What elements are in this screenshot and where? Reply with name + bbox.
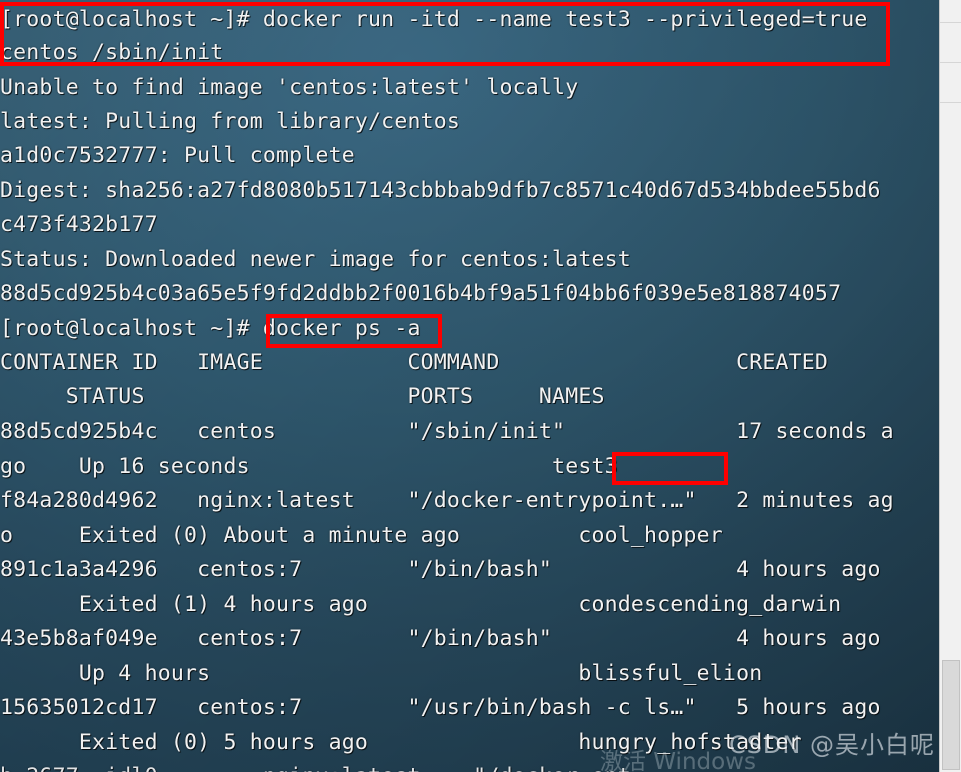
terminal-window: [root@localhost ~]# docker run -itd --na… <box>0 0 961 772</box>
terminal-line: 891c1a3a4296 centos:7 "/bin/bash" 4 hour… <box>0 557 881 582</box>
terminal-line: 15635012cd17 centos:7 "/usr/bin/bash -c … <box>0 695 881 720</box>
terminal-line: 88d5cd925b4c centos "/sbin/init" 17 seco… <box>0 419 894 444</box>
terminal-line: 43e5b8af049e centos:7 "/bin/bash" 4 hour… <box>0 626 881 651</box>
terminal-line: [root@localhost ~]# docker run -itd --na… <box>0 7 868 32</box>
terminal-line: Exited (1) 4 hours ago condescending_dar… <box>0 592 842 617</box>
terminal-line: Unable to find image 'centos:latest' loc… <box>0 75 579 100</box>
terminal-line: Digest: sha256:a27fd8080b517143cbbbab9df… <box>0 178 881 203</box>
terminal-line: Up 4 hours blissful_elion <box>0 661 763 686</box>
terminal-line: a1d0c7532777: Pull complete <box>0 143 355 168</box>
terminal-line: f84a280d4962 nginx:latest "/docker-entry… <box>0 488 894 513</box>
terminal-line: CONTAINER ID IMAGE COMMAND CREATED <box>0 350 829 375</box>
scrollbar-tick <box>940 62 961 63</box>
scrollbar-tick <box>940 102 961 103</box>
terminal-line: Exited (0) 5 hours ago hungry_hofstadter <box>0 730 802 755</box>
window-scrollbar-thumb[interactable] <box>942 660 960 770</box>
terminal-output[interactable]: [root@localhost ~]# docker run -itd --na… <box>0 0 940 772</box>
terminal-line: Status: Downloaded newer image for cento… <box>0 247 631 272</box>
terminal-line: centos /sbin/init <box>0 40 224 65</box>
terminal-line: 88d5cd925b4c03a65e5f9fd2ddbb2f0016b4bf9a… <box>0 281 842 306</box>
terminal-line: go Up 16 seconds test3 <box>0 454 618 479</box>
terminal-line: latest: Pulling from library/centos <box>0 109 461 134</box>
terminal-line: c473f432b177 <box>0 212 158 237</box>
terminal-line: [root@localhost ~]# docker ps -a <box>0 316 421 341</box>
window-scrollbar-track[interactable] <box>939 0 961 772</box>
terminal-line: STATUS PORTS NAMES <box>0 384 605 409</box>
scrollbar-tick <box>940 22 961 23</box>
terminal-line-partial: b.2677 idl0 nginx:latest "/docker-ent <box>0 760 944 772</box>
terminal-line: o Exited (0) About a minute ago cool_hop… <box>0 523 723 548</box>
